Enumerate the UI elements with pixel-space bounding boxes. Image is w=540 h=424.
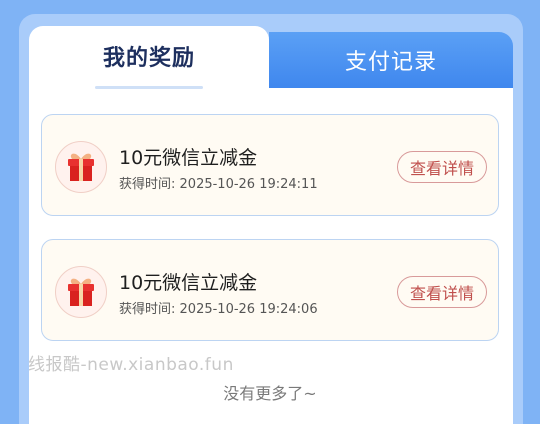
reward-time-label: 获得时间:	[119, 177, 176, 192]
no-more-text: 没有更多了~	[223, 384, 317, 403]
tab-payment-records-label: 支付记录	[344, 50, 437, 75]
reward-card: 10元微信立减金 获得时间: 2025-10-26 19:24:06 查看详情	[41, 239, 499, 341]
view-details-button[interactable]: 查看详情	[397, 276, 487, 308]
tab-bar: 我的奖励 支付记录	[29, 26, 513, 92]
reward-time: 获得时间: 2025-10-26 19:24:11	[119, 173, 318, 192]
reward-title: 10元微信立减金	[119, 272, 258, 294]
gift-box-icon	[55, 266, 107, 318]
reward-title: 10元微信立减金	[119, 147, 258, 169]
reward-time-value: 2025-10-26 19:24:06	[179, 302, 318, 317]
tab-my-rewards[interactable]: 我的奖励	[29, 26, 269, 92]
tab-active-underline	[95, 86, 203, 89]
view-details-button[interactable]: 查看详情	[397, 151, 487, 183]
reward-time-value: 2025-10-26 19:24:11	[179, 177, 318, 192]
tab-my-rewards-label: 我的奖励	[102, 46, 195, 71]
reward-time-label: 获得时间:	[119, 302, 176, 317]
gift-box-icon	[55, 141, 107, 193]
tab-payment-records[interactable]: 支付记录	[269, 32, 513, 88]
reward-time: 获得时间: 2025-10-26 19:24:06	[119, 298, 318, 317]
reward-card: 10元微信立减金 获得时间: 2025-10-26 19:24:11 查看详情	[41, 114, 499, 216]
watermark-text: 线报酷-new.xianbao.fun	[28, 355, 234, 375]
